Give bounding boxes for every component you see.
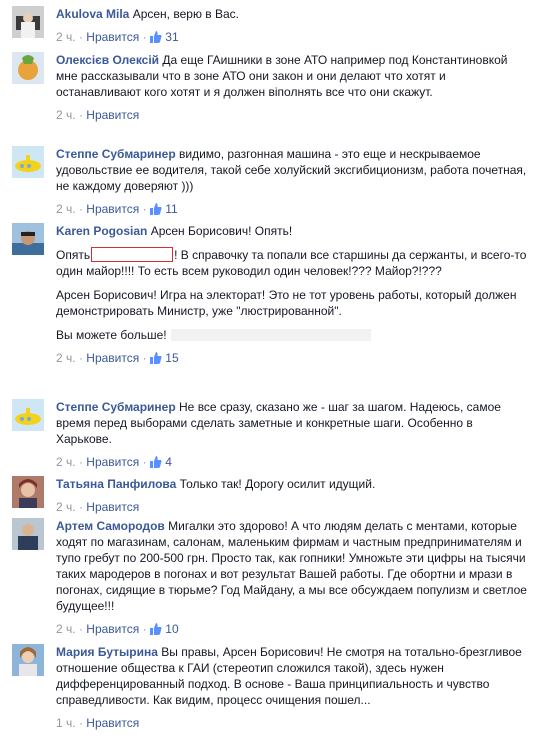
comment-text: Вы можете больше!: [56, 328, 167, 342]
comment-meta: 2 ч. · Нравится: [56, 500, 140, 514]
like-thumb-icon: [149, 31, 162, 43]
author-name[interactable]: Татьяна Панфилова: [56, 477, 176, 491]
comment-meta: 2 ч. · Нравится · 31: [56, 30, 179, 44]
like-button[interactable]: Нравится: [86, 108, 139, 122]
author-name[interactable]: Akulova Mila: [56, 7, 129, 21]
comment-text: Только так! Дорогу осилит идущий.: [179, 477, 376, 491]
like-count[interactable]: 15: [165, 351, 178, 365]
like-count[interactable]: 11: [165, 202, 177, 216]
author-name[interactable]: Степпе Субмаринер: [56, 147, 176, 161]
like-count[interactable]: 31: [165, 30, 178, 44]
avatar[interactable]: [12, 52, 44, 84]
comment-meta: 2 ч. · Нравится · 15: [56, 351, 179, 365]
comment-text: Арсен Борисович! Опять!: [150, 224, 293, 238]
timestamp[interactable]: 2 ч.: [56, 351, 76, 365]
timestamp[interactable]: 2 ч.: [56, 455, 76, 469]
avatar[interactable]: [12, 518, 44, 550]
comment-text: Арсен, верю в Вас.: [132, 7, 239, 21]
like-thumb-icon: [149, 456, 162, 468]
avatar[interactable]: [12, 146, 44, 178]
timestamp[interactable]: 2 ч.: [56, 500, 76, 514]
like-thumb-icon: [149, 352, 162, 364]
like-thumb-icon: [149, 203, 162, 215]
avatar[interactable]: [12, 399, 44, 431]
comment-meta: 1 ч. · Нравится: [56, 716, 140, 730]
like-button[interactable]: Нравится: [86, 622, 139, 636]
redaction-box: [91, 247, 174, 262]
like-button[interactable]: Нравится: [86, 30, 139, 44]
timestamp[interactable]: 2 ч.: [56, 30, 76, 44]
timestamp[interactable]: 1 ч.: [56, 716, 76, 730]
comment-meta: 2 ч. · Нравится · 4: [56, 455, 172, 469]
avatar[interactable]: [12, 6, 44, 38]
comment-meta: 2 ч. · Нравится: [56, 108, 140, 122]
like-count[interactable]: 10: [165, 622, 178, 636]
like-button[interactable]: Нравится: [86, 351, 139, 365]
like-thumb-icon: [149, 623, 162, 635]
author-name[interactable]: Артем Самородов: [56, 519, 165, 533]
timestamp[interactable]: 2 ч.: [56, 622, 76, 636]
avatar[interactable]: [12, 223, 44, 255]
author-name[interactable]: Степпе Субмаринер: [56, 400, 176, 414]
author-name[interactable]: Karen Pogosian: [56, 224, 147, 238]
avatar[interactable]: [12, 476, 44, 508]
comments-feed: Akulova Mila Арсен, верю в Вас. 2 ч. · Н…: [0, 0, 542, 739]
comment-meta: 2 ч. · Нравится · 10: [56, 622, 179, 636]
like-button[interactable]: Нравится: [86, 202, 139, 216]
author-name[interactable]: Мария Бутырина: [56, 645, 158, 659]
author-name[interactable]: Олексієв Олексій: [56, 53, 159, 67]
timestamp[interactable]: 2 ч.: [56, 202, 76, 216]
like-button[interactable]: Нравится: [86, 455, 139, 469]
avatar[interactable]: [12, 644, 44, 676]
like-count[interactable]: 4: [165, 455, 172, 469]
blurred-region: [170, 329, 371, 341]
like-button[interactable]: Нравится: [86, 500, 139, 514]
like-button[interactable]: Нравится: [86, 716, 139, 730]
comment-text: Опять: [56, 248, 91, 262]
comment-meta: 2 ч. · Нравится · 11: [56, 202, 178, 216]
timestamp[interactable]: 2 ч.: [56, 108, 76, 122]
comment-text: Мигалки это здорово! А что людям делать …: [56, 519, 527, 613]
comment-text: Арсен Борисович! Игра на электорат! Это …: [56, 288, 517, 318]
